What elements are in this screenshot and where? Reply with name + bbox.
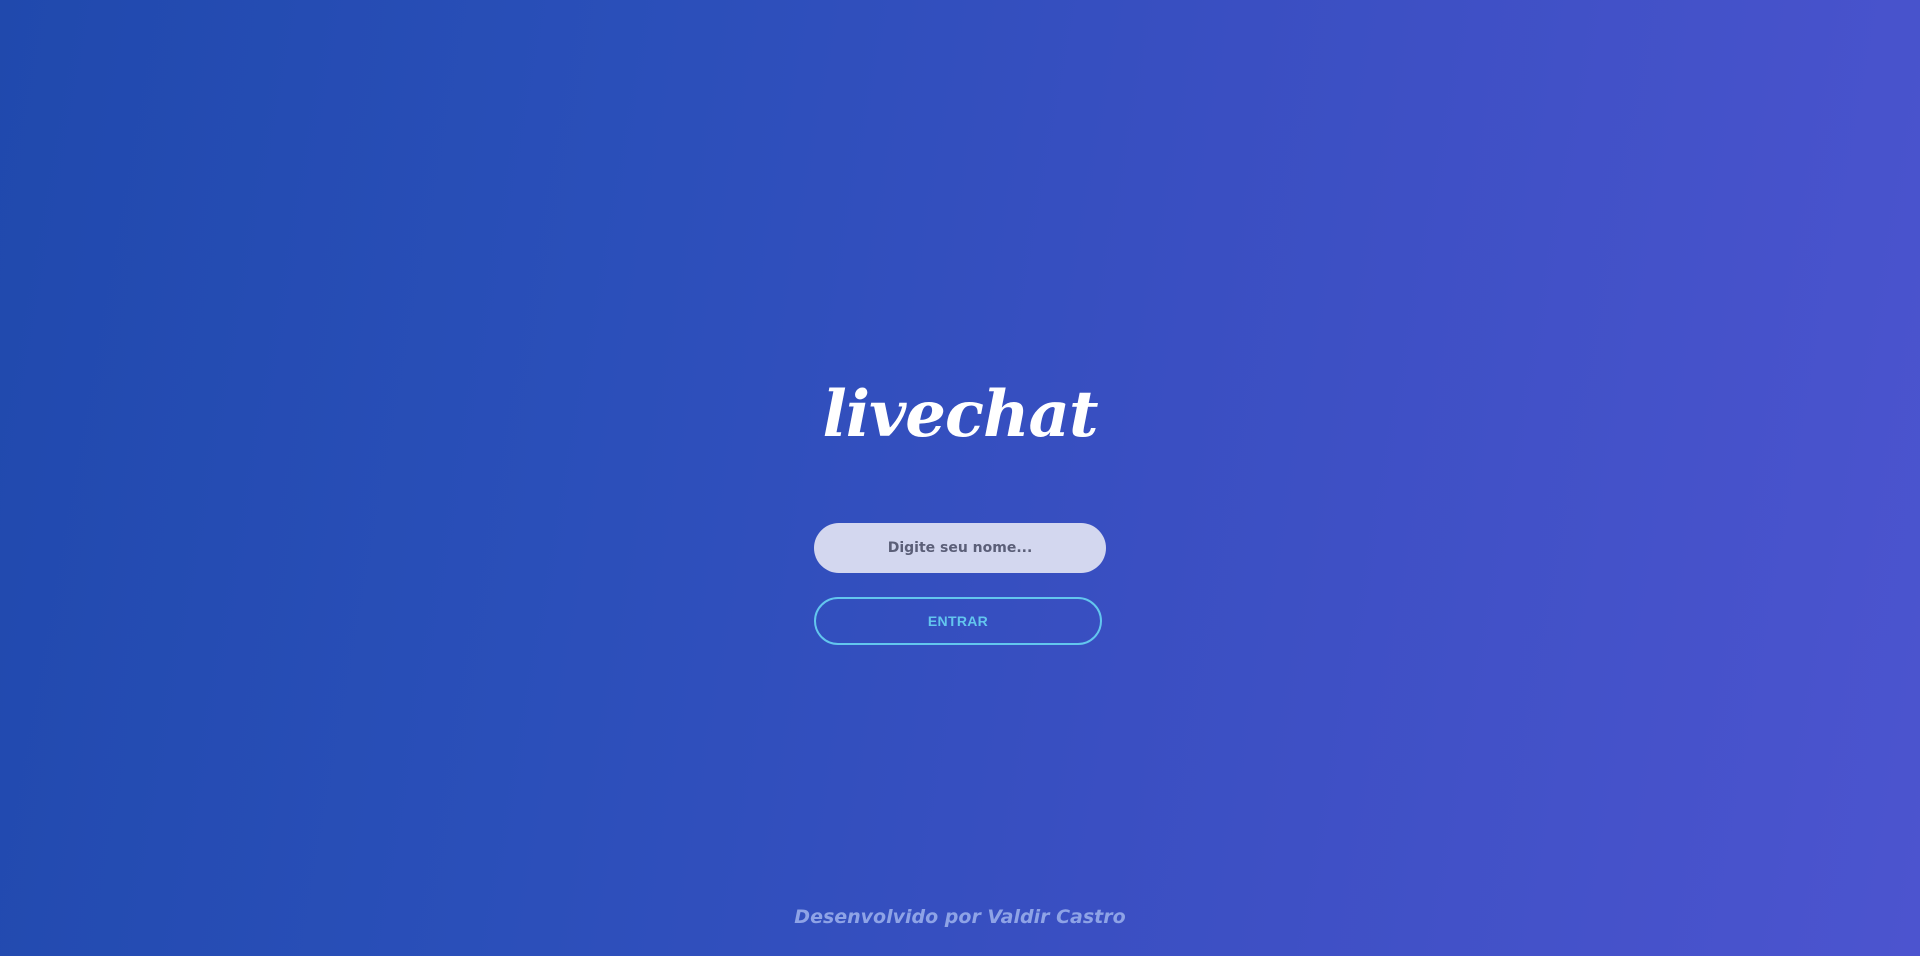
footer-credit: Desenvolvido por Valdir Castro [794,906,1126,928]
name-input[interactable] [814,523,1106,573]
app-logo: livechat [822,377,1098,452]
login-screen: livechat ENTRAR Desenvolvido por Valdir … [0,0,1920,956]
enter-button[interactable]: ENTRAR [814,597,1102,645]
